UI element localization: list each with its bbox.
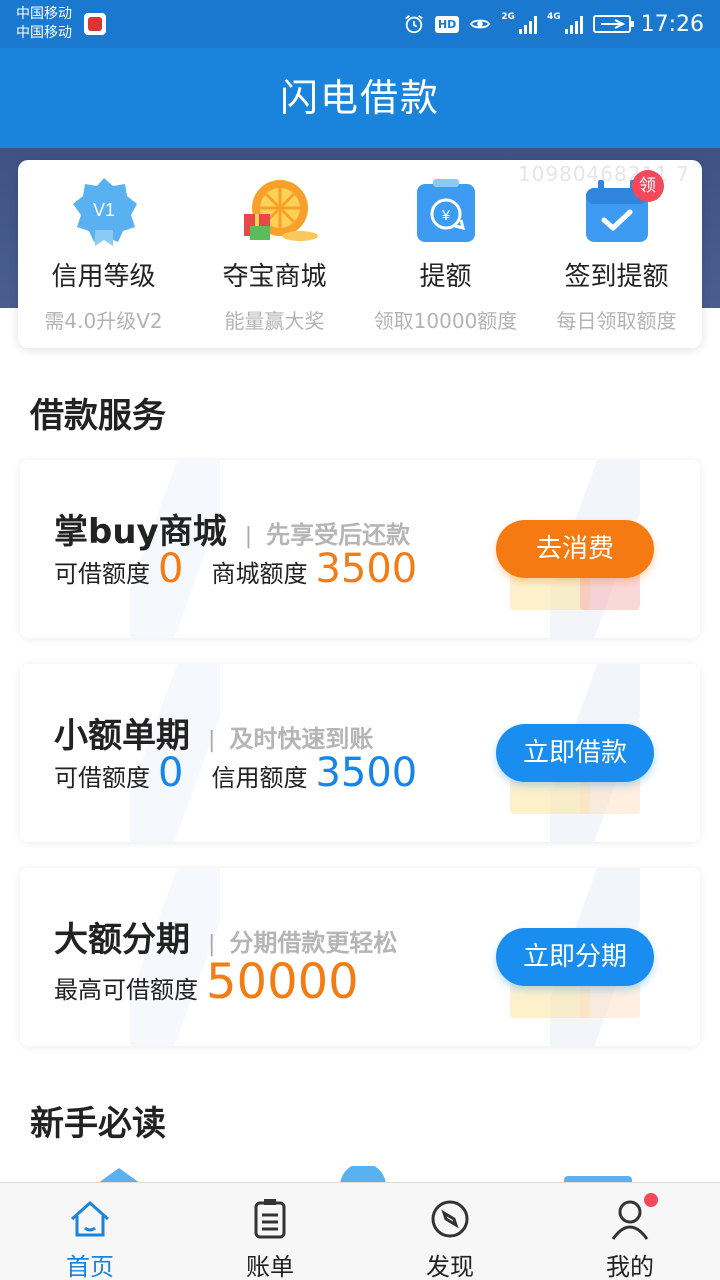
newbie-section-title: 新手必读 [30,1104,166,1144]
hd-icon: HD [434,15,460,33]
network-4g-label: 4G [546,12,561,22]
quick-item-checkin[interactable]: 领 签到提额 每日领取额度 [531,170,702,334]
nav-bill[interactable]: 账单 [210,1197,330,1280]
quick-item-subtitle: 每日领取额度 [556,309,677,333]
page-title: 闪电借款 [279,76,440,120]
available-amount-value: 0 [158,750,184,796]
quick-item-subtitle: 能量赢大奖 [224,309,325,333]
credit-limit-label: 信用额度 [211,764,308,792]
quick-item-raise-limit[interactable]: ¥ 提额 领取10000额度 [360,176,531,334]
status-bar: 中国移动 中国移动 HD 2G 4G 17:26 [0,0,720,48]
carrier-name-1: 中国移动 [16,6,72,22]
service-card-mall[interactable]: 掌buy商城 | 先享受后还款 可借额度 0 商城额度 3500 去消费 [20,460,700,638]
service-card-installment[interactable]: 大额分期 | 分期借款更轻松 最高可借额度 50000 立即分期 [20,868,700,1046]
quick-actions-card: 10980468211 7 V1 信用等级 需4.0升级V2 夺宝商城 能量赢大… [18,160,702,348]
service-slogan: 及时快速到账 [229,725,374,753]
nav-label: 账单 [246,1253,294,1280]
max-amount-value: 50000 [206,954,359,1010]
quick-item-treasure-mall[interactable]: 夺宝商城 能量赢大奖 [189,176,360,334]
credit-limit-value: 3500 [315,750,418,796]
quick-item-subtitle: 领取10000额度 [373,309,518,333]
nav-discover[interactable]: 发现 [390,1197,510,1280]
nav-home[interactable]: 首页 [30,1197,150,1280]
installment-now-button[interactable]: 立即分期 [496,928,654,986]
eye-comfort-icon [470,19,491,29]
treasure-wheel-icon [240,176,318,246]
nav-mine[interactable]: 我的 [570,1193,690,1280]
alarm-icon [405,15,423,34]
battery-charging-icon [592,15,634,33]
app-header: 闪电借款 [0,48,720,148]
notification-dot [644,1193,658,1207]
user-icon [608,1193,658,1241]
bottom-nav: 首页 账单 发现 我的 [0,1182,720,1280]
loan-section-title: 借款服务 [30,396,166,436]
max-amount-label: 最高可借额度 [54,976,198,1004]
v1-badge-icon: V1 [69,176,139,246]
service-amounts: 可借额度 0 商城额度 3500 [54,546,445,592]
signal-2g-icon [518,14,537,34]
carrier-name-2: 中国移动 [16,25,72,41]
claim-badge: 领 [631,170,664,202]
quick-item-title: 夺宝商城 [222,262,327,292]
service-amounts: 可借额度 0 信用额度 3500 [54,750,445,796]
borrow-now-button[interactable]: 立即借款 [496,724,654,782]
service-card-small-loan[interactable]: 小额单期 | 及时快速到账 可借额度 0 信用额度 3500 立即借款 [20,664,700,842]
nav-label: 发现 [426,1253,474,1280]
nav-label: 我的 [606,1253,654,1280]
quick-item-title: 信用等级 [51,262,156,292]
v1-badge-text: V1 [92,200,114,220]
service-slogan: 分期借款更轻松 [229,929,398,957]
carrier-info: 中国移动 中国移动 [16,5,72,43]
signal-4g-icon [564,14,583,34]
raise-limit-icon: ¥ [411,176,481,246]
available-amount-label: 可借额度 [54,560,150,588]
network-2g-label: 2G [501,12,515,22]
nav-label: 首页 [66,1253,114,1280]
quick-item-title: 签到提额 [564,262,669,292]
bill-icon [248,1197,292,1241]
status-icons: HD 2G 4G 17:26 [403,0,704,48]
calendar-check-icon: 领 [582,170,664,246]
quick-item-subtitle: 需4.0升级V2 [44,309,163,333]
compass-icon [428,1197,472,1241]
home-icon [68,1197,112,1241]
mall-limit-value: 3500 [315,546,418,592]
available-amount-value: 0 [158,546,184,592]
service-slogan: 先享受后还款 [266,521,411,549]
service-amounts: 最高可借额度 50000 [54,954,387,1010]
mall-limit-label: 商城额度 [211,560,308,588]
quick-item-credit-level[interactable]: V1 信用等级 需4.0升级V2 [18,176,189,334]
available-amount-label: 可借额度 [54,764,150,792]
clock: 17:26 [640,11,704,37]
go-shopping-button[interactable]: 去消费 [496,520,654,578]
yuan-symbol: ¥ [440,207,450,224]
quick-item-title: 提额 [419,262,472,292]
notification-app-icon [84,13,106,35]
